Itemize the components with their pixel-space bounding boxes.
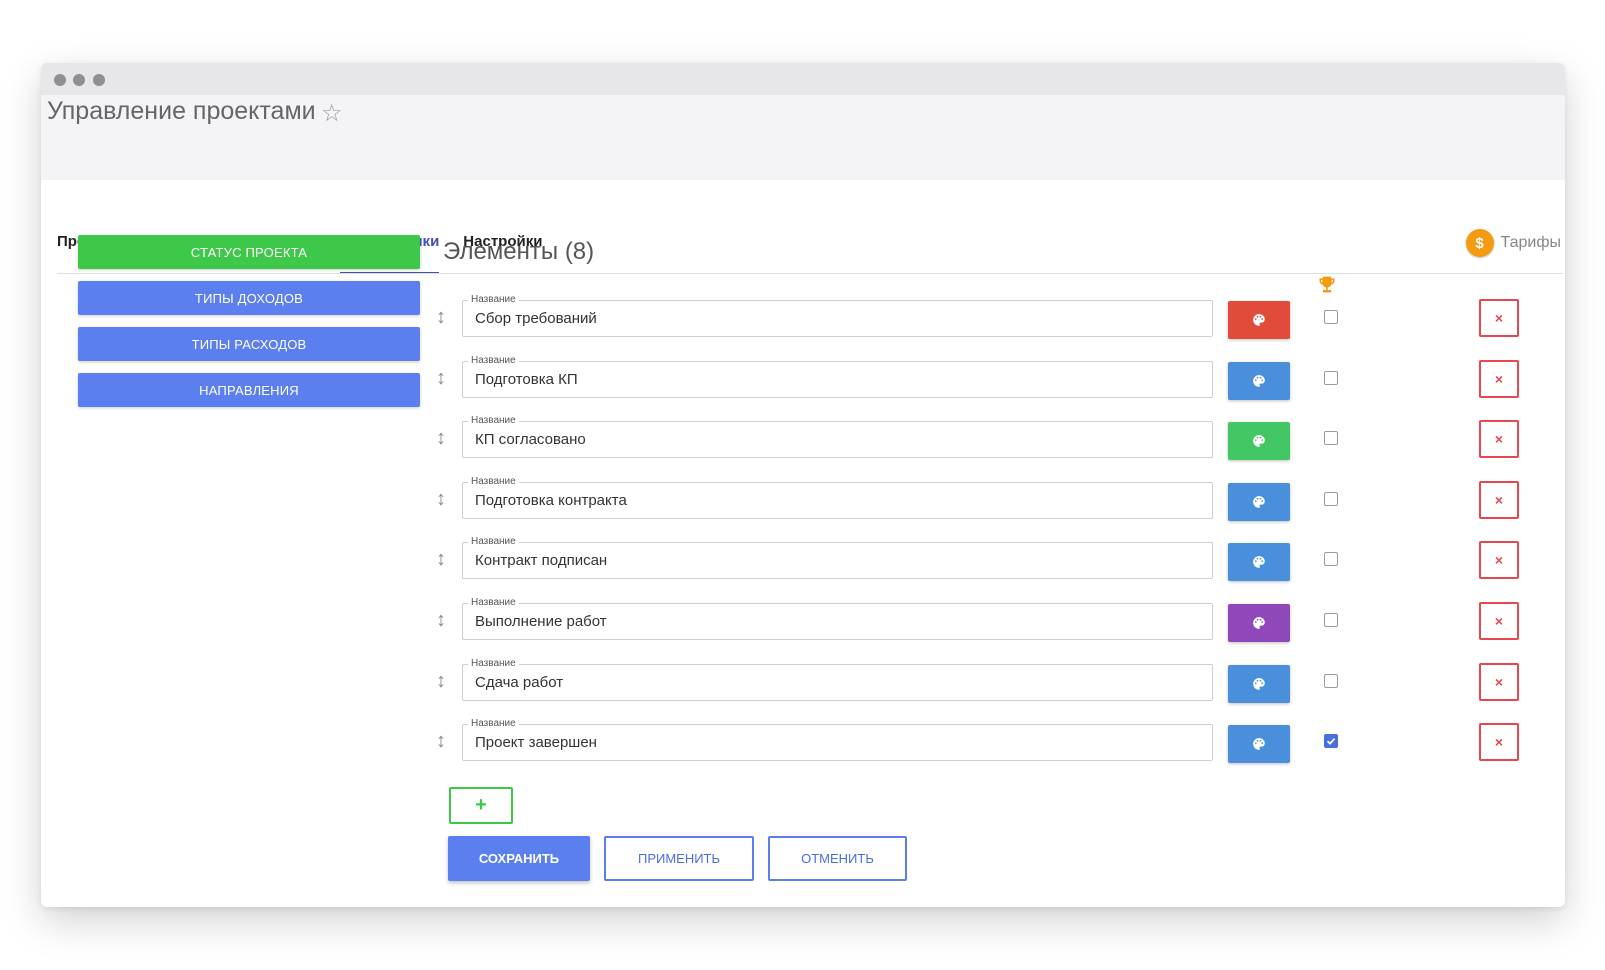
field-label: Название xyxy=(468,597,519,609)
name-input[interactable] xyxy=(475,431,1195,449)
color-picker-button[interactable] xyxy=(1228,664,1290,703)
name-input[interactable] xyxy=(475,734,1195,752)
color-picker-button[interactable] xyxy=(1228,422,1290,461)
final-status-checkbox[interactable] xyxy=(1324,310,1338,324)
nav-divider xyxy=(57,273,1563,274)
sidebar-item-expense-types[interactable]: Типы расходов xyxy=(78,327,420,361)
final-status-checkbox[interactable] xyxy=(1324,673,1338,688)
field-label: Название xyxy=(468,718,519,731)
app-window: Управление проектами ☆ Проекты Сотрудник… xyxy=(41,63,1565,907)
window-dot xyxy=(73,74,85,86)
final-status-checkbox[interactable] xyxy=(1324,431,1338,446)
name-field[interactable]: Название xyxy=(462,415,1213,459)
star-icon[interactable]: ☆ xyxy=(321,99,343,128)
final-status-checkbox[interactable] xyxy=(1324,370,1338,385)
name-input[interactable] xyxy=(475,613,1195,630)
page-title: Управление проектами xyxy=(47,97,316,125)
tariffs-link[interactable]: $ Тарифы xyxy=(1465,229,1561,257)
list-item: ↕ Название × xyxy=(436,294,1526,339)
palette-icon xyxy=(1253,738,1265,751)
name-field[interactable]: Название xyxy=(462,597,1213,640)
drag-handle-icon[interactable]: ↕ xyxy=(436,427,446,450)
palette-icon xyxy=(1253,617,1265,629)
tariffs-label: Тарифы xyxy=(1500,234,1561,251)
final-status-checkbox[interactable] xyxy=(1324,552,1338,567)
name-field[interactable]: Название xyxy=(462,657,1213,701)
field-label: Название xyxy=(468,475,519,488)
list-item: ↕ Название × xyxy=(436,657,1526,703)
color-picker-button[interactable] xyxy=(1228,482,1290,521)
drag-handle-icon[interactable]: ↕ xyxy=(436,609,446,632)
name-input[interactable] xyxy=(475,552,1195,570)
checkmark-icon xyxy=(1326,738,1336,746)
palette-icon xyxy=(1253,495,1265,508)
delete-button[interactable]: × xyxy=(1479,602,1519,640)
drag-handle-icon[interactable]: ↕ xyxy=(436,306,446,329)
palette-icon xyxy=(1253,374,1265,387)
field-label: Название xyxy=(468,657,519,670)
final-status-checkbox[interactable] xyxy=(1324,613,1338,627)
field-label: Название xyxy=(468,354,519,367)
list-item: ↕ Название × xyxy=(436,475,1526,521)
color-picker-button[interactable] xyxy=(1228,361,1290,400)
name-input[interactable] xyxy=(475,673,1195,691)
name-input[interactable] xyxy=(475,491,1195,509)
apply-button[interactable]: Применить xyxy=(604,836,754,881)
list-item: ↕ Название × xyxy=(436,354,1526,400)
delete-button[interactable]: × xyxy=(1479,541,1519,580)
window-dot xyxy=(54,74,66,86)
final-status-checkbox[interactable] xyxy=(1324,491,1338,506)
color-picker-button[interactable] xyxy=(1228,725,1290,764)
name-input[interactable] xyxy=(475,310,1195,327)
delete-button[interactable]: × xyxy=(1479,662,1519,701)
name-field[interactable]: Название xyxy=(462,354,1213,398)
delete-button[interactable]: × xyxy=(1479,359,1519,398)
name-field[interactable]: Название xyxy=(462,475,1213,519)
drag-handle-icon[interactable]: ↕ xyxy=(436,548,446,571)
final-status-checkbox[interactable] xyxy=(1324,734,1338,749)
save-button[interactable]: Сохранить xyxy=(448,836,590,881)
dollar-coin-icon: $ xyxy=(1465,229,1494,257)
drag-handle-icon[interactable]: ↕ xyxy=(436,488,446,511)
delete-button[interactable]: × xyxy=(1479,420,1519,459)
window-dot xyxy=(93,74,105,86)
name-field[interactable]: Название xyxy=(462,536,1213,580)
section-title: Элементы (8) xyxy=(443,238,595,265)
drag-handle-icon[interactable]: ↕ xyxy=(436,730,446,753)
palette-icon xyxy=(1253,435,1265,448)
name-input[interactable] xyxy=(475,370,1195,388)
list-item: ↕ Название × xyxy=(436,718,1526,764)
palette-icon xyxy=(1253,556,1265,569)
field-label: Название xyxy=(468,536,519,549)
delete-button[interactable]: × xyxy=(1479,723,1519,762)
drag-handle-icon[interactable]: ↕ xyxy=(436,670,446,693)
palette-icon xyxy=(1253,677,1265,690)
color-picker-button[interactable] xyxy=(1228,604,1290,642)
delete-button[interactable]: × xyxy=(1479,480,1519,519)
add-element-button[interactable]: + xyxy=(449,787,513,824)
list-item: ↕ Название × xyxy=(436,536,1526,582)
sidebar-item-project-status[interactable]: Статус проекта xyxy=(78,235,420,269)
field-label: Название xyxy=(468,415,519,428)
drag-handle-icon[interactable]: ↕ xyxy=(436,367,446,390)
color-picker-button[interactable] xyxy=(1228,301,1290,339)
sidebar-item-directions[interactable]: Направления xyxy=(78,373,420,407)
palette-icon xyxy=(1253,314,1265,326)
sidebar-item-income-types[interactable]: Типы доходов xyxy=(78,281,420,315)
color-picker-button[interactable] xyxy=(1228,543,1290,582)
name-field[interactable]: Название xyxy=(462,294,1213,337)
list-item: ↕ Название × xyxy=(436,597,1526,642)
name-field[interactable]: Название xyxy=(462,718,1213,762)
field-label: Название xyxy=(468,294,519,306)
window-titlebar xyxy=(41,63,1565,95)
delete-button[interactable]: × xyxy=(1479,299,1519,337)
list-item: ↕ Название × xyxy=(436,415,1526,461)
cancel-button[interactable]: Отменить xyxy=(768,836,907,881)
trophy-icon xyxy=(1319,276,1335,293)
